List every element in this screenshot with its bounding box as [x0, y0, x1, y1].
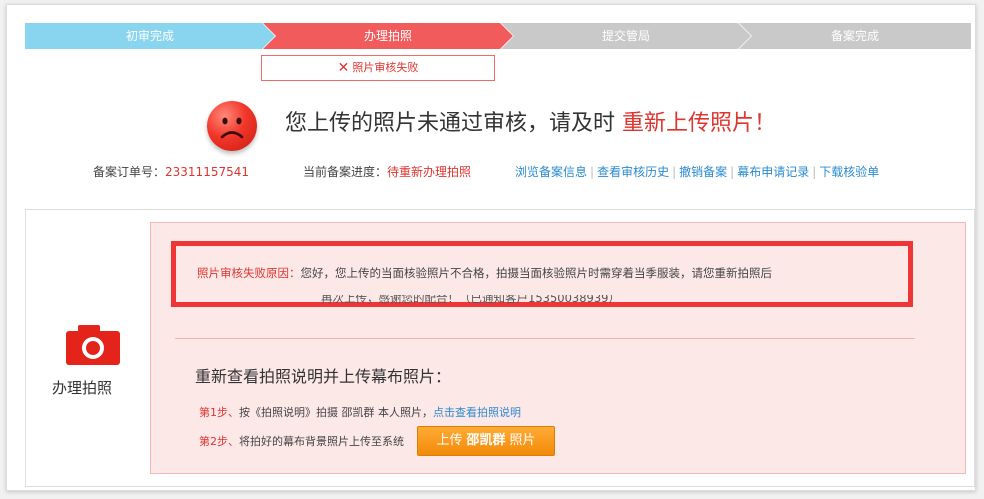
- main-window: 初审完成 办理拍照 提交管局 备案完成 ✕ 照片审核失败 您上传的照片未通过审核，…: [6, 4, 976, 491]
- headline-emphasis: 重新上传照片！: [622, 111, 777, 136]
- headline-text: 您上传的照片未通过审核，请及时: [285, 111, 616, 136]
- link-separator: |: [590, 165, 595, 179]
- failure-reason-label: 照片审核失败原因：: [197, 266, 301, 280]
- order-label: 备案订单号：: [93, 165, 166, 179]
- link-backdrop-requests[interactable]: 幕布申请记录: [737, 165, 809, 179]
- step-2-label: 第2步、: [199, 435, 239, 448]
- failure-info-box: 照片审核失败原因：您好，您上传的当面核验照片不合格，拍摄当面核验照片时需穿着当季…: [150, 222, 966, 474]
- link-separator: |: [812, 165, 817, 179]
- headline: 您上传的照片未通过审核，请及时 重新上传照片！: [285, 105, 776, 137]
- progress-value: 待重新办理拍照: [387, 165, 472, 179]
- divider: [175, 338, 915, 339]
- action-links: 浏览备案信息 | 查看审核历史 | 撤销备案 | 幕布申请记录 | 下载核验单: [515, 163, 879, 180]
- upload-button-prefix: 上传: [436, 433, 463, 448]
- sad-face-icon: [207, 101, 257, 151]
- failure-reason: 照片审核失败原因：您好，您上传的当面核验照片不合格，拍摄当面核验照片时需穿着当季…: [197, 265, 772, 281]
- instruction-step-2: 第2步、将拍好的幕布背景照片上传至系统: [199, 433, 404, 449]
- step-1-text: 按《拍照说明》拍摄 邵凯群 本人照片，: [239, 406, 433, 419]
- link-review-history[interactable]: 查看审核历史: [597, 165, 669, 179]
- step-1-label: 第1步、: [199, 406, 239, 419]
- reupload-title: 重新查看拍照说明并上传幕布照片：: [195, 367, 452, 386]
- order-value: 23311157541: [165, 165, 249, 179]
- step-submit-bureau: 提交管局: [501, 23, 751, 49]
- link-download-verification-form[interactable]: 下载核验单: [819, 165, 879, 179]
- step-complete: 备案完成: [739, 23, 971, 49]
- camera-icon: [66, 325, 120, 369]
- step-label: 办理拍照: [363, 29, 412, 43]
- camera-label: 办理拍照: [52, 379, 113, 397]
- order-number: 备案订单号：23311157541: [93, 163, 249, 180]
- progress-steps: 初审完成 办理拍照 提交管局 备案完成: [25, 23, 971, 49]
- failure-reason-line2-text: 再次上传，感谢您的配合！（已通知客户15350038939）: [321, 295, 620, 305]
- failure-reason-line2: 再次上传，感谢您的配合！（已通知客户15350038939）: [321, 295, 620, 305]
- photo-review-failed-tag: ✕ 照片审核失败: [261, 55, 495, 81]
- instruction-step-1: 第1步、按《拍照说明》拍摄 邵凯群 本人照片，点击查看拍照说明: [199, 404, 521, 420]
- step-photo: 办理拍照: [263, 23, 513, 49]
- step-initial-review: 初审完成: [25, 23, 275, 49]
- step-label: 备案完成: [830, 29, 879, 43]
- fail-tag-label: 照片审核失败: [352, 61, 419, 74]
- failure-reason-text: 您好，您上传的当面核验照片不合格，拍摄当面核验照片时需穿着当季服装，请您重新拍照…: [300, 266, 773, 280]
- upload-button-name: 邵凯群: [466, 433, 506, 448]
- link-view-record-info[interactable]: 浏览备案信息: [515, 165, 587, 179]
- link-separator: |: [672, 165, 677, 179]
- close-icon: ✕: [337, 60, 350, 76]
- step-2-text: 将拍好的幕布背景照片上传至系统: [239, 435, 404, 448]
- view-photo-guide-link[interactable]: 点击查看拍照说明: [433, 406, 521, 419]
- link-cancel-record[interactable]: 撤销备案: [679, 165, 727, 179]
- photo-panel: 办理拍照 照片审核失败原因：您好，您上传的当面核验照片不合格，拍摄当面核验照片时…: [25, 209, 975, 487]
- link-separator: |: [730, 165, 735, 179]
- step-label: 初审完成: [125, 29, 174, 43]
- upload-photo-button[interactable]: 上传 邵凯群 照片: [417, 426, 555, 456]
- step-label: 提交管局: [601, 29, 650, 43]
- current-progress: 当前备案进度：待重新办理拍照: [303, 163, 471, 180]
- progress-label: 当前备案进度：: [303, 165, 388, 179]
- upload-button-suffix: 照片: [509, 433, 536, 448]
